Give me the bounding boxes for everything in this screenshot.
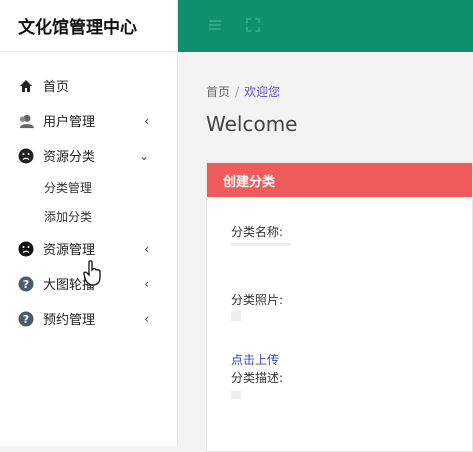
create-category-card: 创建分类 分类名称: 分类照片: 点击上传 分类描述: [206,162,473,452]
sidebar: 文化馆管理中心 首页 用户管理 ‹ 资源分类 ⌄ 分类管理 添加分类 资源管理 … [0,0,178,446]
hand-cursor-icon [83,260,103,286]
topbar [178,0,473,52]
breadcrumb-home[interactable]: 首页 [206,85,230,99]
breadcrumb-current: 欢迎您 [244,85,281,99]
category-desc-input[interactable] [231,391,241,399]
category-photo-preview [231,311,241,321]
card-title: 创建分类 [207,163,472,197]
sidebar-menu: 首页 用户管理 ‹ 资源分类 ⌄ 分类管理 添加分类 资源管理 ‹ ? 大图轮播… [0,68,177,336]
category-desc-label: 分类描述: [231,371,284,385]
sidebar-item-label: 预约管理 [43,313,96,328]
app-title: 文化馆管理中心 [0,0,177,52]
chevron-left-icon: ‹ [144,241,149,256]
fullscreen-icon[interactable] [246,17,262,33]
sidebar-item-label: 资源分类 [43,150,96,165]
sidebar-item-home[interactable]: 首页 [0,68,177,103]
sidebar-item-users[interactable]: 用户管理 ‹ [0,103,177,138]
chevron-left-icon: ‹ [144,276,149,291]
sidebar-subitem-category-manage[interactable]: 分类管理 [0,173,177,202]
category-name-input[interactable] [231,243,291,246]
page-title: Welcome [206,112,298,136]
users-icon [18,113,34,129]
sidebar-item-resource-category[interactable]: 资源分类 ⌄ [0,138,177,173]
upload-link[interactable]: 点击上传 [231,351,279,368]
main-content: 首页 / 欢迎您 Welcome 创建分类 分类名称: 分类照片: 点击上传 分类描… [178,52,473,452]
frown-face-icon [18,241,34,257]
breadcrumb: 首页 / 欢迎您 [206,83,280,100]
sidebar-subitem-add-category[interactable]: 添加分类 [0,202,177,231]
sidebar-item-reservation[interactable]: ? 预约管理 ‹ [0,301,177,336]
breadcrumb-separator: / [235,85,240,99]
home-icon [18,78,34,94]
question-circle-icon: ? [18,311,34,327]
chevron-left-icon: ‹ [144,113,149,128]
sidebar-item-label: 用户管理 [43,115,96,130]
frown-face-icon [18,148,34,164]
chevron-left-icon: ‹ [144,311,149,326]
category-photo-label: 分类照片: [231,293,284,307]
menu-icon[interactable] [208,17,224,33]
svg-text:?: ? [23,313,29,326]
chevron-down-icon: ⌄ [138,148,149,163]
sidebar-item-label: 首页 [43,80,70,95]
category-name-label: 分类名称: [231,225,284,239]
question-circle-icon: ? [18,276,34,292]
sidebar-item-label: 资源管理 [43,243,96,258]
svg-text:?: ? [23,278,29,291]
